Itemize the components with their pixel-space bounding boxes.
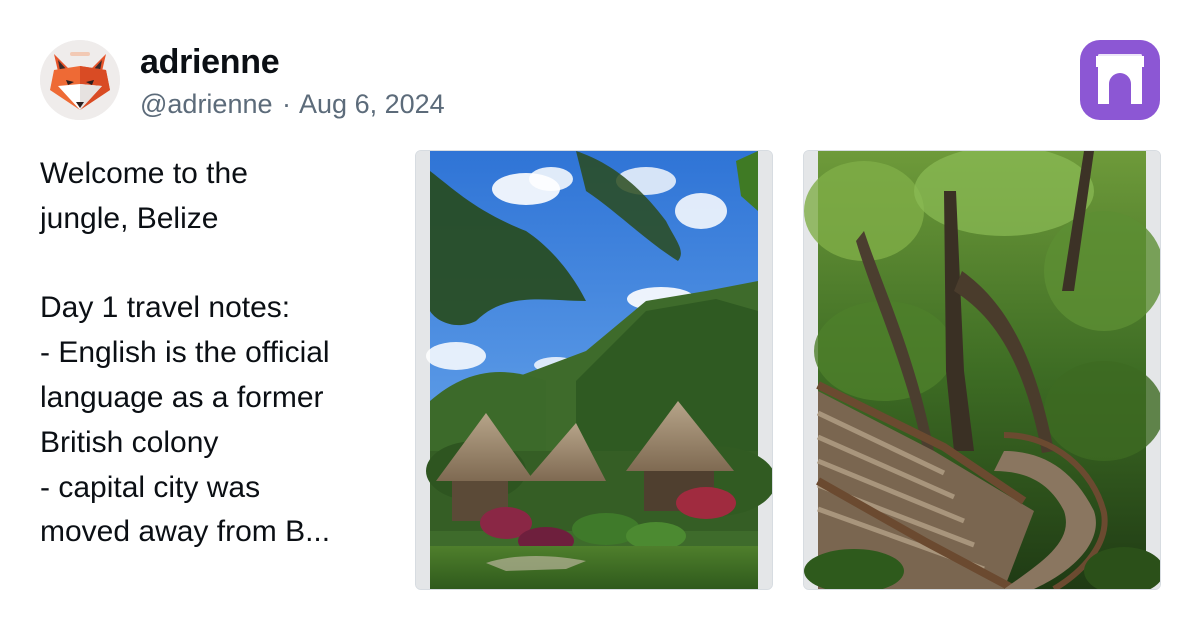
post-image-2[interactable] [803, 150, 1161, 590]
app-logo[interactable] [1080, 40, 1160, 120]
post-image-1[interactable] [415, 150, 773, 590]
post-meta: @adrienne · Aug 6, 2024 [140, 87, 445, 121]
wooden-stairs-forest-photo [804, 151, 1160, 589]
post-date[interactable]: Aug 6, 2024 [299, 89, 445, 119]
author-handle[interactable]: @adrienne [140, 89, 273, 119]
post-card[interactable]: adrienne @adrienne · Aug 6, 2024 Welcome… [0, 0, 1200, 630]
avatar[interactable] [40, 40, 120, 120]
post-text: Welcome to the jungle, Belize Day 1 trav… [40, 157, 331, 549]
meta-separator: · [282, 89, 292, 119]
author-display-name[interactable]: adrienne [140, 42, 280, 82]
fox-avatar-icon [40, 40, 120, 120]
thatched-huts-jungle-photo [416, 151, 772, 589]
archway-logo-icon [1096, 54, 1144, 104]
